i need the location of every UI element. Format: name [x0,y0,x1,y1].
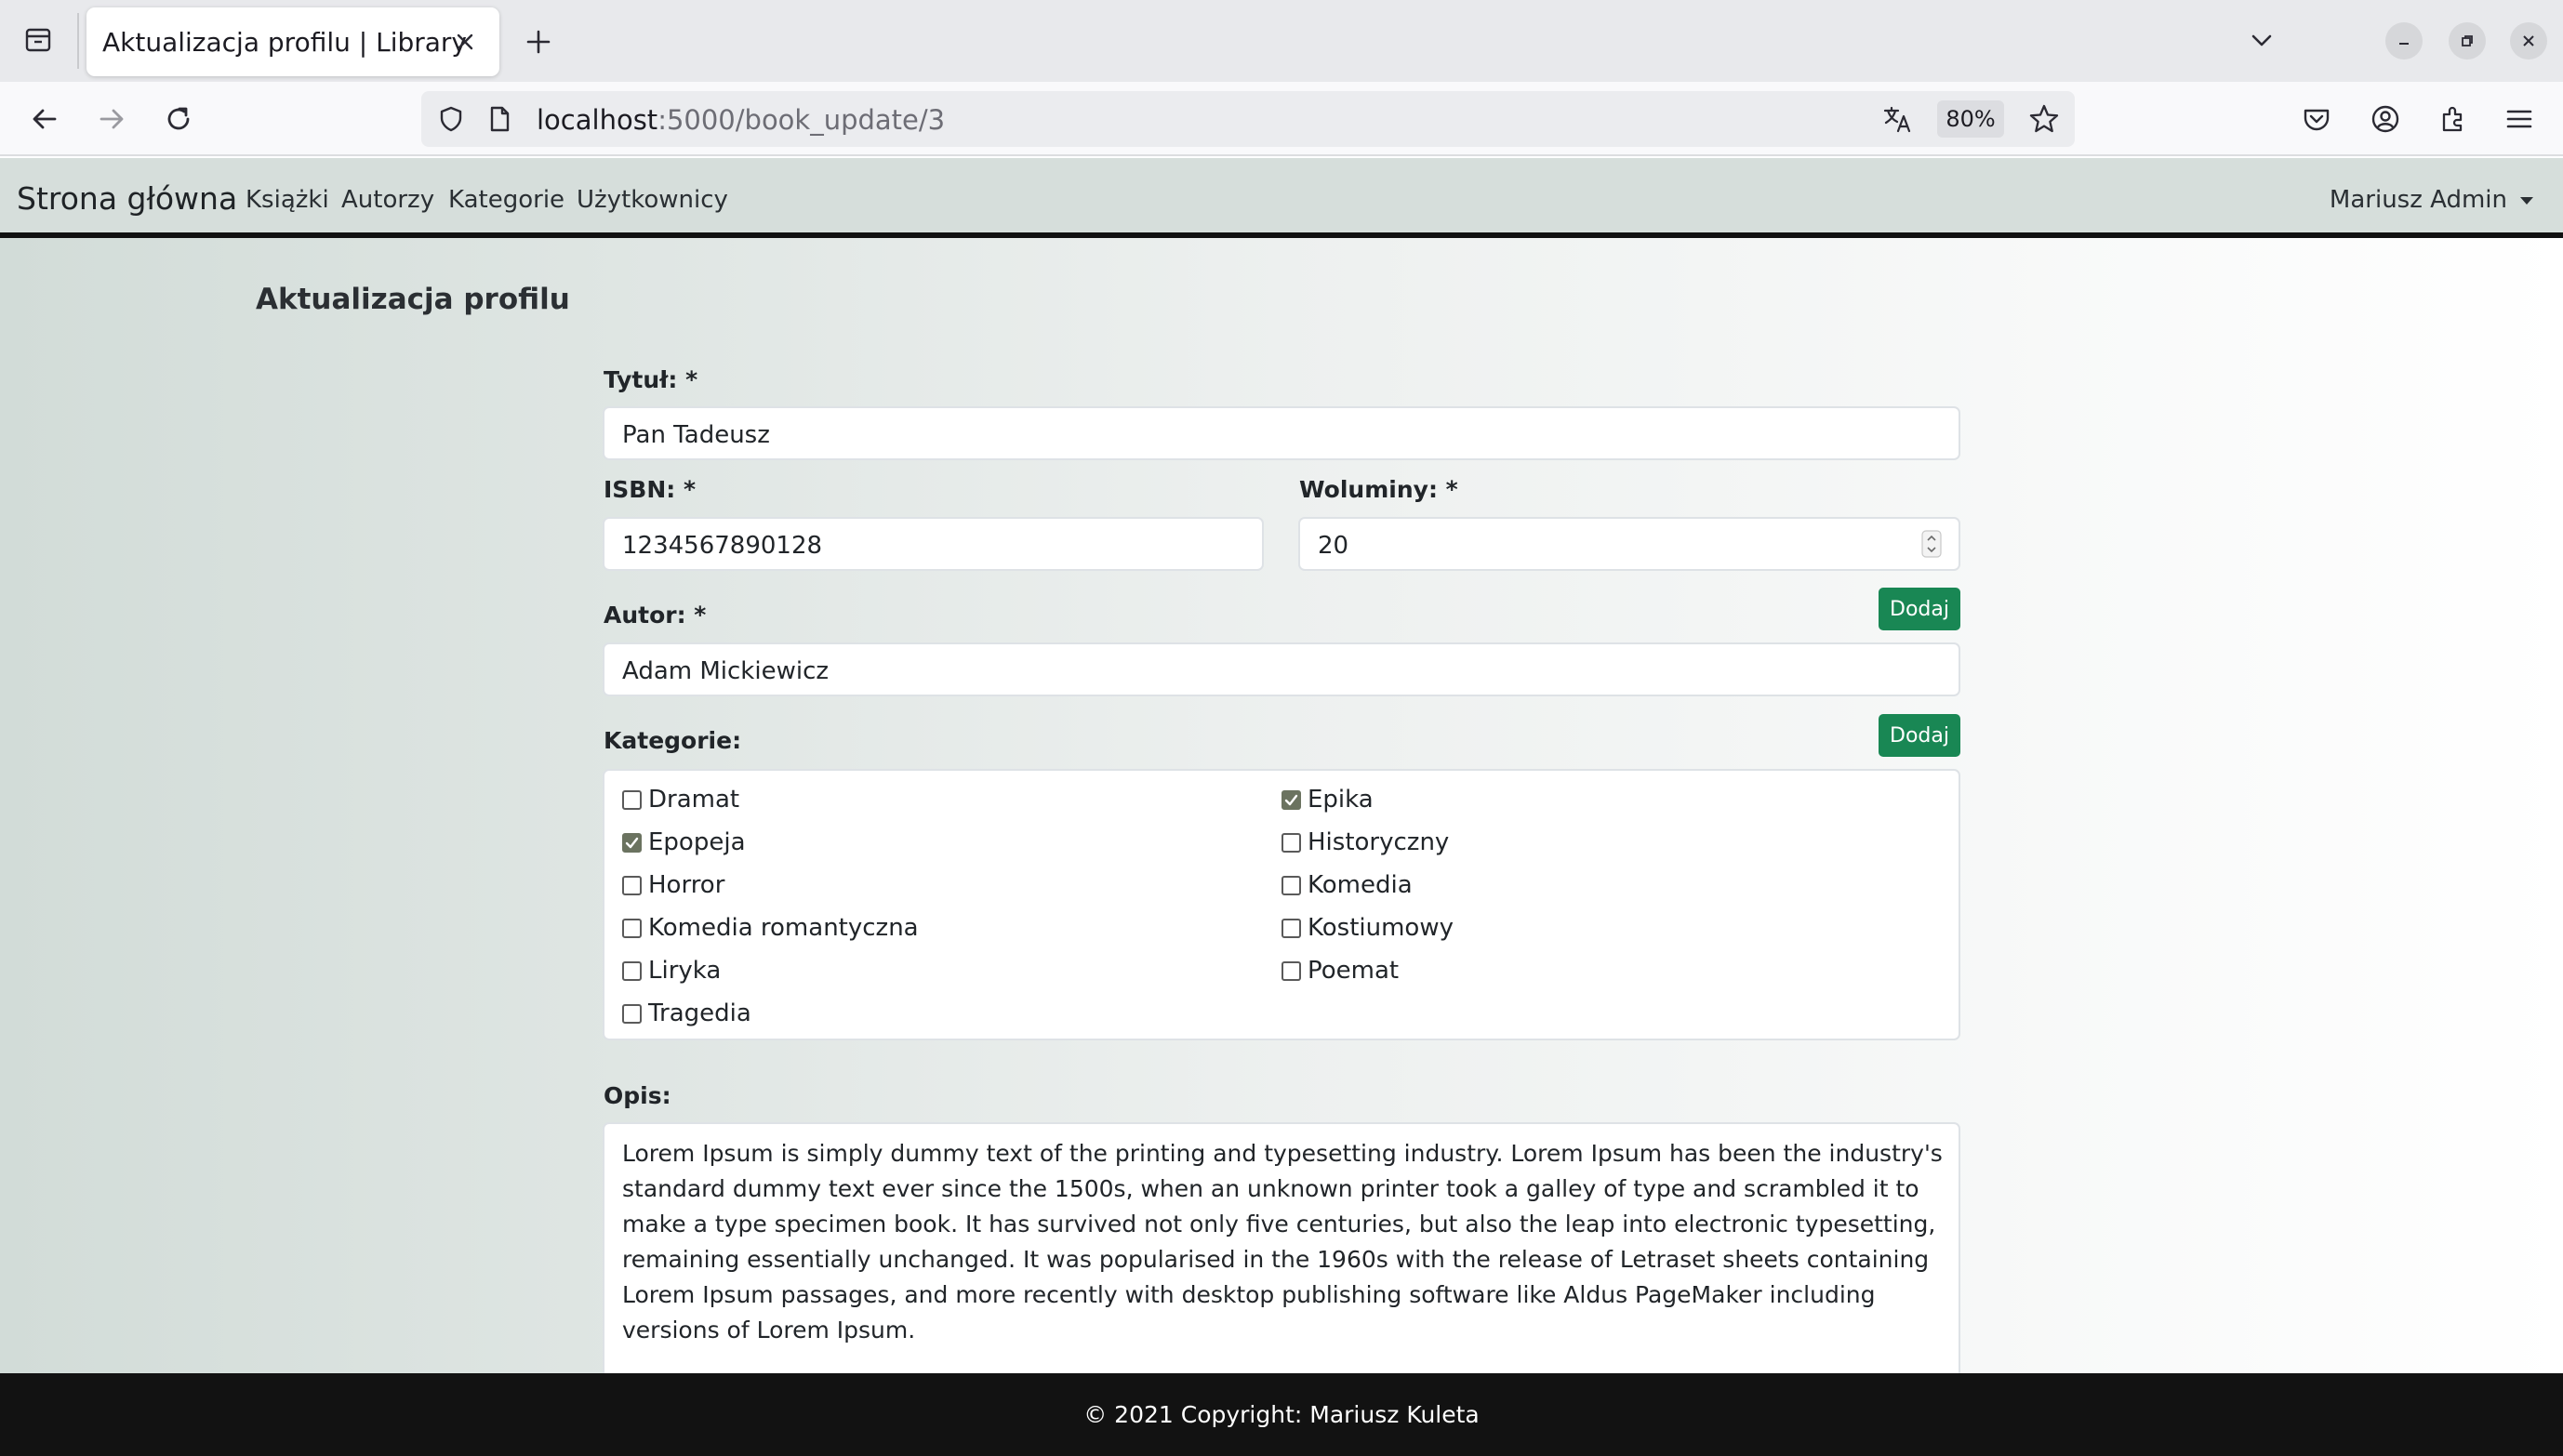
category-label: Tragedia [648,999,751,1027]
checkbox-checked[interactable] [1282,789,1301,810]
author-select[interactable]: Adam Mickiewicz [603,642,1960,696]
extensions-icon[interactable] [2431,97,2476,141]
category-option[interactable]: Horror [622,871,724,899]
nav-link-authors[interactable]: Autorzy [341,186,434,214]
translate-icon[interactable] [1881,102,1915,136]
category-option[interactable]: Epika [1282,786,1374,814]
url-text[interactable]: localhost:5000/book_update/3 [537,104,945,136]
add-category-button[interactable]: Dodaj [1879,714,1960,757]
volumes-number-input[interactable]: 20 [1298,517,1960,571]
checkbox-checked[interactable] [622,832,642,853]
url-host: localhost [537,104,658,136]
number-spinner-icon[interactable] [1921,530,1942,558]
restore-window-icon[interactable] [2449,22,2486,60]
category-label: Epika [1308,786,1374,814]
checkbox[interactable] [1282,918,1301,938]
page-title: Aktualizacja profilu [256,283,570,316]
checkbox[interactable] [1282,832,1301,853]
hamburger-menu-icon[interactable] [2497,97,2542,141]
zoom-level-badge[interactable]: 80% [1937,100,2004,138]
bookmark-star-icon[interactable] [2027,102,2061,136]
shield-icon[interactable] [434,102,468,136]
category-label: Kostiumowy [1308,914,1454,942]
author-label: Autor: * [604,602,707,629]
url-path: :5000/book_update/3 [657,104,946,136]
checkmark-icon [625,837,639,848]
new-tab-icon[interactable] [517,20,560,63]
back-arrow-icon[interactable] [22,97,67,141]
nav-link-books[interactable]: Książki [246,186,329,214]
minimize-window-icon[interactable] [2385,22,2423,60]
description-label: Opis: [604,1082,671,1109]
isbn-label: ISBN: * [604,476,697,503]
user-dropdown[interactable]: Mariusz Admin [2330,186,2533,214]
isbn-input[interactable]: 1234567890128 [603,517,1264,571]
categories-label: Kategorie: [604,727,742,754]
browser-tab-active[interactable]: Aktualizacja profilu | Library [86,7,499,76]
category-label: Komedia [1308,871,1413,899]
category-label: Liryka [648,957,722,985]
checkbox[interactable] [1282,875,1301,895]
category-option[interactable]: Historyczny [1282,828,1449,856]
account-icon[interactable] [2363,97,2408,141]
checkbox[interactable] [622,789,642,810]
category-option[interactable]: Kostiumowy [1282,914,1454,942]
checkbox[interactable] [1282,960,1301,981]
forward-arrow-icon[interactable] [89,97,134,141]
category-option[interactable]: Komedia [1282,871,1413,899]
nav-link-categories[interactable]: Kategorie [448,186,564,214]
add-author-button[interactable]: Dodaj [1879,588,1960,630]
category-label: Horror [648,871,725,899]
volumes-label: Woluminy: * [1299,476,1458,503]
category-label: Poemat [1308,957,1400,985]
category-option[interactable]: Epopeja [622,828,746,856]
description-text: Lorem Ipsum is simply dummy text of the … [622,1140,1943,1343]
category-label: Historyczny [1308,828,1450,856]
pocket-icon[interactable] [2294,97,2339,141]
checkbox[interactable] [622,875,642,895]
title-label: Tytuł: * [604,366,698,393]
user-name: Mariusz Admin [2329,186,2507,214]
checkmark-icon [1284,794,1298,805]
address-bar[interactable]: localhost:5000/book_update/3 80% [421,91,2075,147]
page-icon [483,102,516,136]
categories-checkbox-group: Dramat Epika Epopeja Historyczny Horror … [603,769,1960,1040]
category-option[interactable]: Liryka [622,957,721,985]
volumes-input-value: 20 [1318,532,1349,560]
nav-link-users[interactable]: Użytkownicy [577,186,728,214]
category-label: Komedia romantyczna [648,914,919,942]
category-option[interactable]: Poemat [1282,957,1399,985]
tab-list-icon[interactable] [17,19,60,61]
category-option[interactable]: Dramat [622,786,739,814]
category-label: Epopeja [648,828,746,856]
checkbox[interactable] [622,960,642,981]
title-input[interactable]: Pan Tadeusz [603,406,1960,460]
close-tab-icon[interactable] [450,27,480,57]
isbn-input-value: 1234567890128 [622,532,823,560]
caret-down-icon [2520,197,2533,205]
footer-copyright: © 2021 Copyright: Mariusz Kuleta [0,1373,2563,1456]
brand-link[interactable]: Strona główna [17,180,237,217]
site-navbar: Strona główna Książki Autorzy Kategorie … [0,158,2563,238]
browser-tab-bar: Aktualizacja profilu | Library [0,0,2563,82]
page-content: Strona główna Książki Autorzy Kategorie … [0,158,2563,1456]
category-option[interactable]: Tragedia [622,999,751,1027]
title-input-value: Pan Tadeusz [622,421,770,449]
category-option[interactable]: Komedia romantyczna [622,914,919,942]
author-select-value: Adam Mickiewicz [622,657,830,685]
checkbox[interactable] [622,918,642,938]
tab-title: Aktualizacja profilu | Library [102,27,467,58]
category-label: Dramat [648,786,740,814]
close-window-icon[interactable] [2510,22,2547,60]
reload-icon[interactable] [156,97,201,141]
tab-separator [77,13,79,69]
checkbox[interactable] [622,1003,642,1024]
browser-toolbar: localhost:5000/book_update/3 80% [0,82,2563,156]
tab-overflow-chevron-icon[interactable] [2241,20,2282,61]
